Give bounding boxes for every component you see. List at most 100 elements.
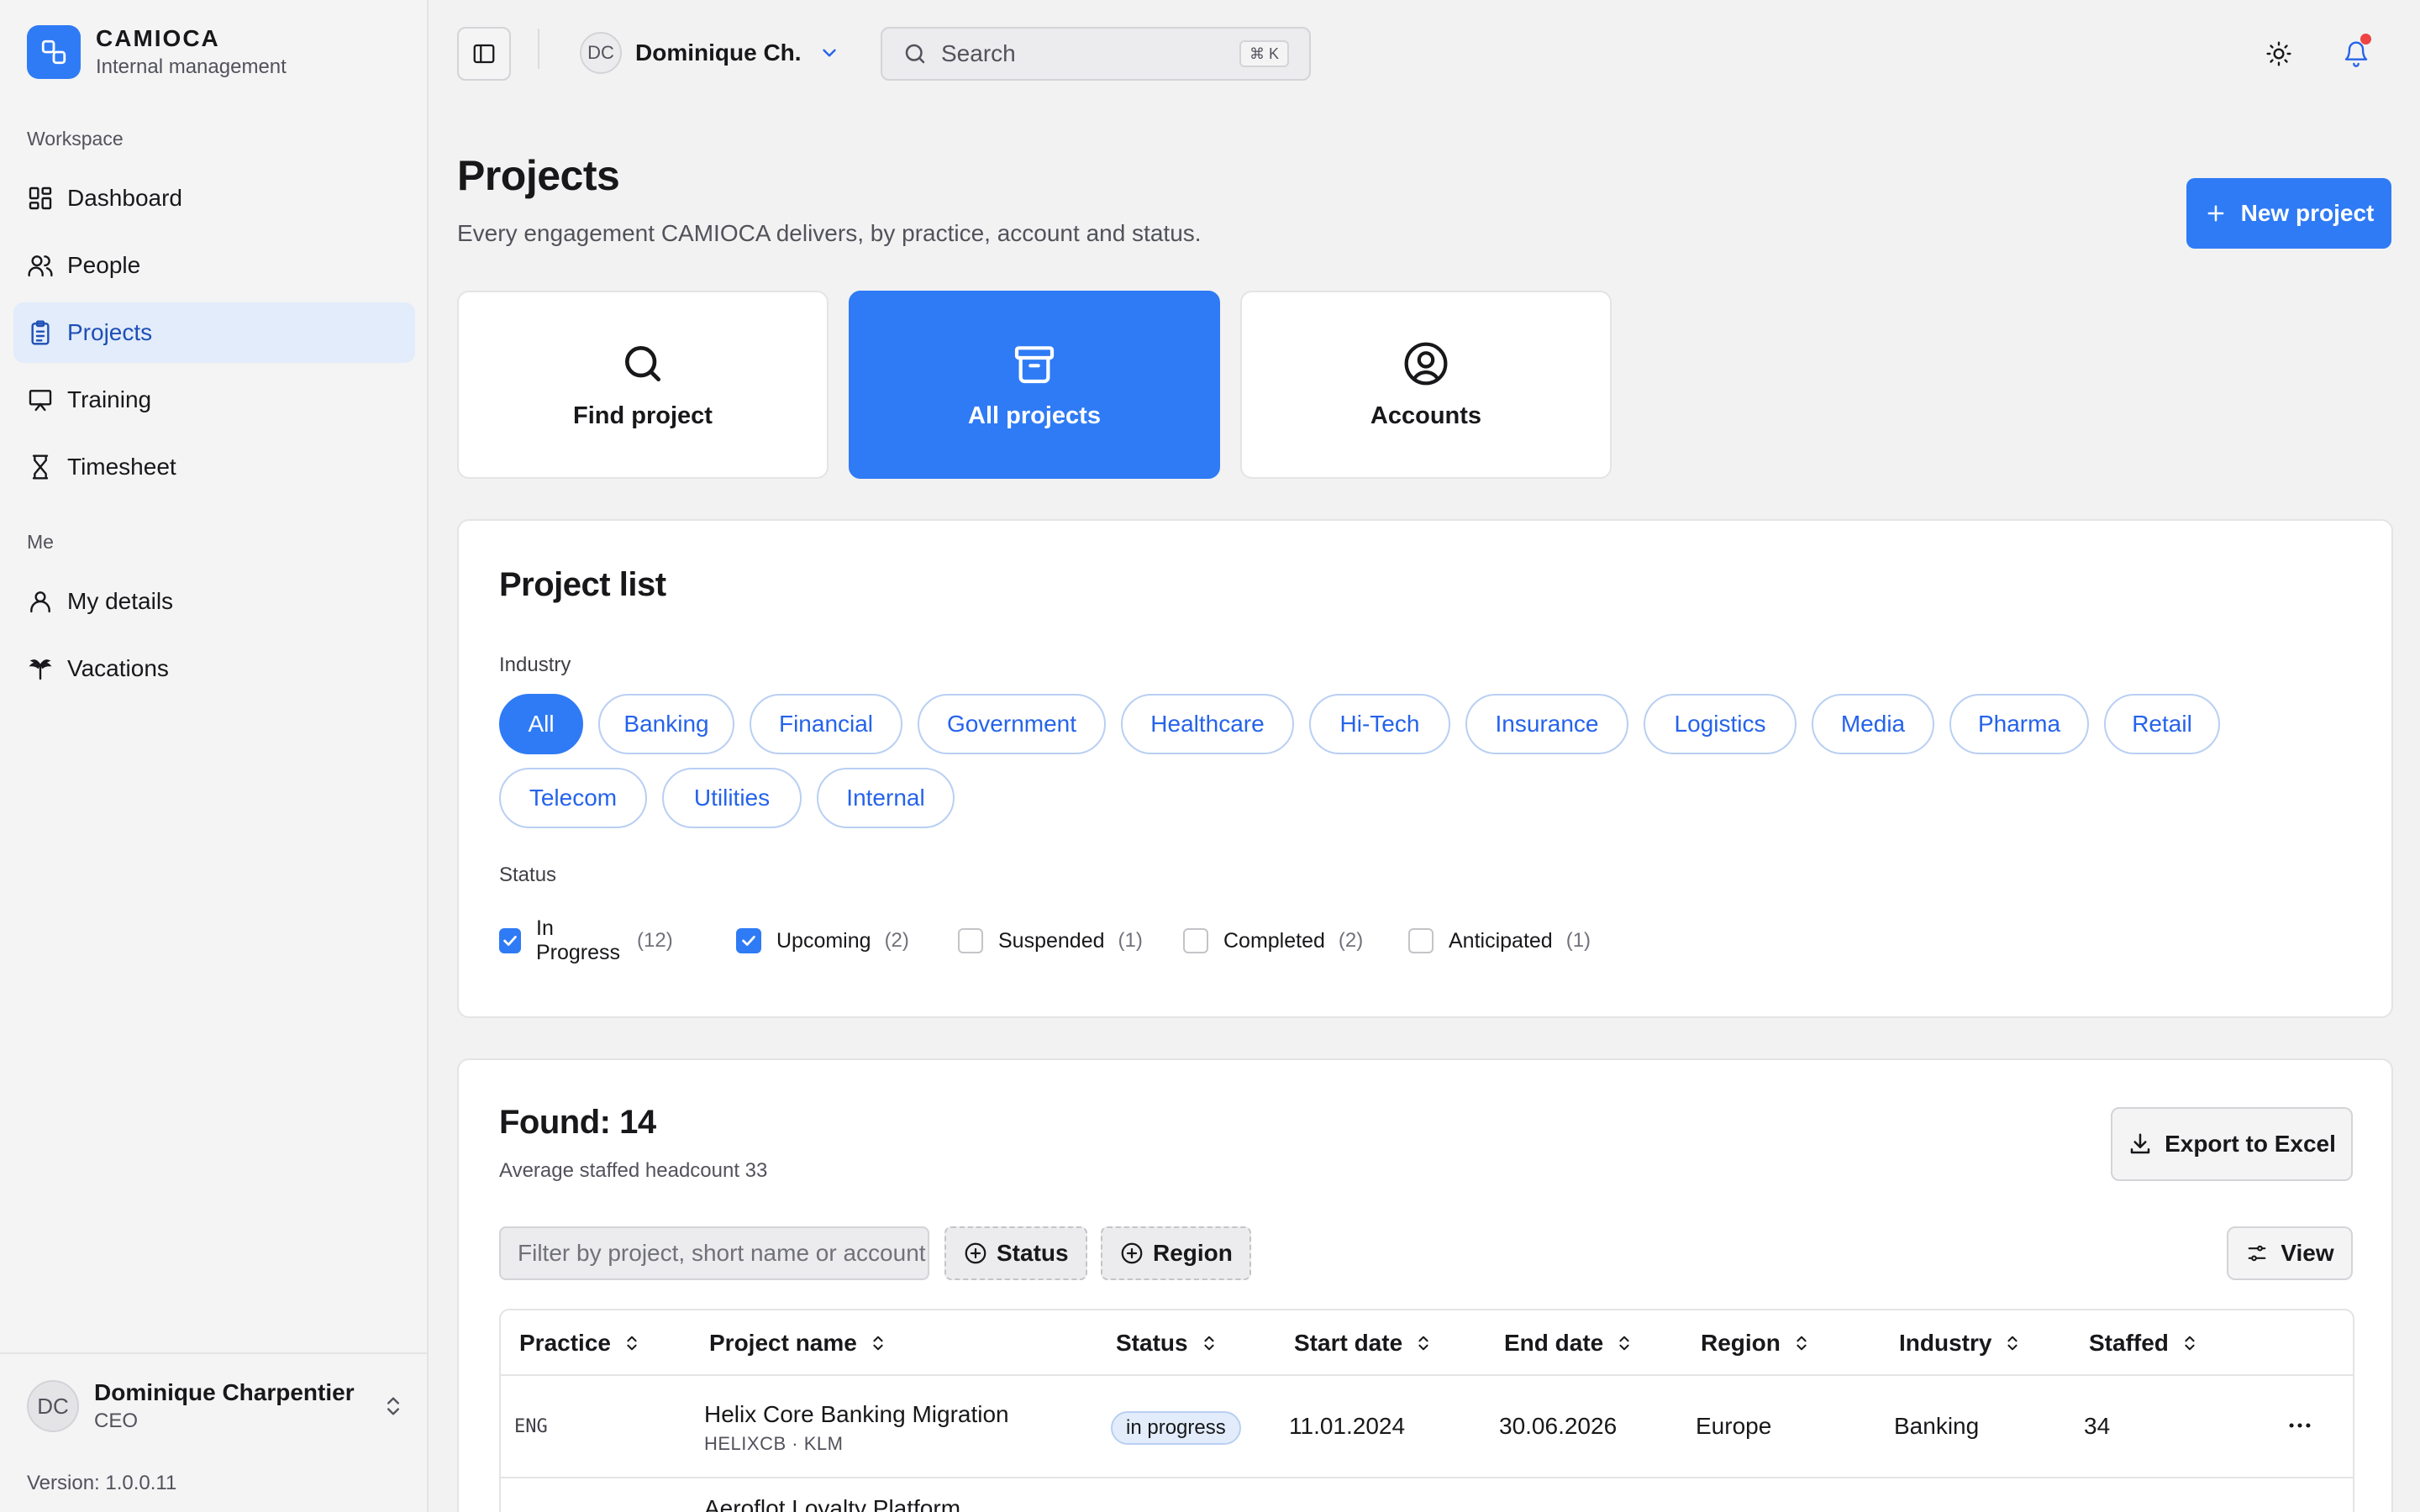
user-name: Dominique Charpentier: [94, 1379, 355, 1405]
chip-logistics[interactable]: Logistics: [1644, 694, 1797, 754]
status-option-label: Completed: [1223, 928, 1325, 953]
download-icon: [2130, 1133, 2150, 1154]
sidebar-footer: DC Dominique Charpentier CEO Version: 1.…: [0, 1352, 427, 1512]
avatar: DC: [27, 1380, 79, 1432]
nav-section-workspace: Workspace: [27, 128, 124, 150]
presentation-icon: [29, 390, 52, 412]
status-suspended[interactable]: Suspended (1): [958, 924, 1143, 958]
project-list-card: Project list Industry All Banking Financ…: [457, 519, 2393, 1018]
column-practice[interactable]: Practice: [519, 1310, 641, 1376]
column-end-date[interactable]: End date: [1504, 1310, 1634, 1376]
status-badge: in progress: [1111, 1411, 1241, 1445]
sidebar-item-people[interactable]: People: [13, 235, 415, 296]
project-name[interactable]: Helix Core Banking Migration: [704, 1401, 1009, 1428]
chip-internal[interactable]: Internal: [817, 768, 955, 828]
sun-icon: [2266, 41, 2291, 66]
status-option-label: In Progress: [536, 916, 621, 964]
tile-accounts[interactable]: Accounts: [1240, 291, 1612, 479]
topbar-divider: [538, 29, 539, 69]
column-label: Status: [1116, 1330, 1188, 1356]
theme-toggle-button[interactable]: [2262, 37, 2296, 71]
tile-label: Find project: [573, 402, 713, 429]
new-project-label: New project: [2240, 200, 2375, 226]
column-region[interactable]: Region: [1701, 1310, 1811, 1376]
check-icon: [742, 936, 755, 946]
results-card: Found: 14 Average staffed headcount 33 E…: [457, 1058, 2393, 1512]
column-label: Start date: [1294, 1330, 1403, 1356]
tile-label: Accounts: [1370, 402, 1482, 429]
status-upcoming[interactable]: Upcoming (2): [736, 924, 909, 958]
table-row[interactable]: Aeroflot Loyalty Platform: [501, 1480, 2353, 1512]
filter-input[interactable]: Filter by project, short name or account: [499, 1226, 929, 1280]
app-root: CAMIOCA Internal management Workspace Da…: [0, 0, 2420, 1512]
column-staffed[interactable]: Staffed: [2089, 1310, 2199, 1376]
view-options-button[interactable]: View: [2227, 1226, 2353, 1280]
dashboard-icon: [29, 186, 52, 210]
chip-all[interactable]: All: [499, 694, 583, 754]
checkbox-unchecked[interactable]: [1408, 928, 1434, 953]
clipboard-icon: [31, 320, 50, 345]
archive-icon: [1014, 345, 1055, 383]
chip-government[interactable]: Government: [918, 694, 1106, 754]
status-filter-button[interactable]: Status: [944, 1226, 1087, 1280]
account-menu[interactable]: DC Dominique Charpentier CEO: [27, 1379, 405, 1433]
row-actions-button[interactable]: [2286, 1411, 2314, 1440]
sidebar-item-timesheet[interactable]: Timesheet: [13, 437, 415, 497]
chip-insurance[interactable]: Insurance: [1465, 694, 1628, 754]
sidebar-item-vacations[interactable]: Vacations: [13, 638, 415, 699]
sliders-icon: [2248, 1245, 2266, 1262]
cell-region: Europe: [1696, 1413, 1772, 1439]
checkbox-unchecked[interactable]: [958, 928, 983, 953]
tile-find-project[interactable]: Find project: [457, 291, 829, 479]
status-completed[interactable]: Completed (2): [1183, 924, 1363, 958]
table-header: Practice Project name Status Start date …: [501, 1310, 2353, 1376]
brand[interactable]: CAMIOCA Internal management: [27, 25, 287, 79]
chip-telecom[interactable]: Telecom: [499, 768, 647, 828]
notifications-button[interactable]: [2339, 34, 2373, 71]
sidebar-item-projects[interactable]: Projects: [13, 302, 415, 363]
project-name[interactable]: Aeroflot Loyalty Platform: [704, 1495, 960, 1512]
chip-utilities[interactable]: Utilities: [662, 768, 802, 828]
sidebar-item-my-details[interactable]: My details: [13, 571, 415, 632]
checkbox-unchecked[interactable]: [1183, 928, 1208, 953]
checkbox-checked[interactable]: [736, 928, 761, 953]
brand-subtitle: Internal management: [96, 55, 287, 78]
industry-label: Industry: [499, 654, 571, 676]
chip-hi-tech[interactable]: Hi-Tech: [1309, 694, 1450, 754]
chip-retail[interactable]: Retail: [2104, 694, 2220, 754]
user-switcher[interactable]: DC Dominique Ch.: [580, 32, 840, 74]
palm-tree-icon: [29, 659, 52, 680]
cell-status: in progress: [1111, 1411, 1241, 1445]
sidebar-item-training[interactable]: Training: [13, 370, 415, 430]
column-project-name[interactable]: Project name: [709, 1310, 887, 1376]
new-project-button[interactable]: New project: [2186, 178, 2391, 249]
chip-media[interactable]: Media: [1812, 694, 1934, 754]
checkbox-checked[interactable]: [499, 928, 521, 953]
region-filter-label: Region: [1153, 1240, 1233, 1266]
status-option-count: (1): [1565, 929, 1591, 952]
column-industry[interactable]: Industry: [1899, 1310, 2022, 1376]
tile-label: All projects: [968, 402, 1101, 429]
region-filter-button[interactable]: Region: [1101, 1226, 1251, 1280]
results-subtitle: Average staffed headcount 33: [499, 1159, 768, 1182]
chip-healthcare[interactable]: Healthcare: [1121, 694, 1294, 754]
chip-banking[interactable]: Banking: [598, 694, 734, 754]
chip-financial[interactable]: Financial: [750, 694, 902, 754]
status-anticipated[interactable]: Anticipated (1): [1408, 924, 1591, 958]
avatar: DC: [580, 32, 622, 74]
status-in-progress[interactable]: In Progress (12): [499, 916, 673, 964]
cell-staffed: 34: [2084, 1413, 2111, 1439]
table-row[interactable]: ENG Helix Core Banking Migration HELIXCB…: [501, 1378, 2353, 1478]
cell-project: Helix Core Banking Migration HELIXCB · K…: [704, 1401, 1009, 1455]
tile-all-projects[interactable]: All projects: [849, 291, 1220, 479]
column-status[interactable]: Status: [1116, 1310, 1218, 1376]
toggle-sidebar-button[interactable]: [457, 27, 511, 81]
search-input[interactable]: Search ⌘ K: [881, 27, 1311, 81]
chip-pharma[interactable]: Pharma: [1949, 694, 2089, 754]
search-icon: [625, 345, 660, 381]
column-label: Industry: [1899, 1330, 1992, 1356]
sidebar-item-dashboard[interactable]: Dashboard: [13, 168, 415, 228]
cell-practice: ENG: [514, 1416, 548, 1437]
export-excel-button[interactable]: Export to Excel: [2111, 1107, 2353, 1181]
column-start-date[interactable]: Start date: [1294, 1310, 1433, 1376]
